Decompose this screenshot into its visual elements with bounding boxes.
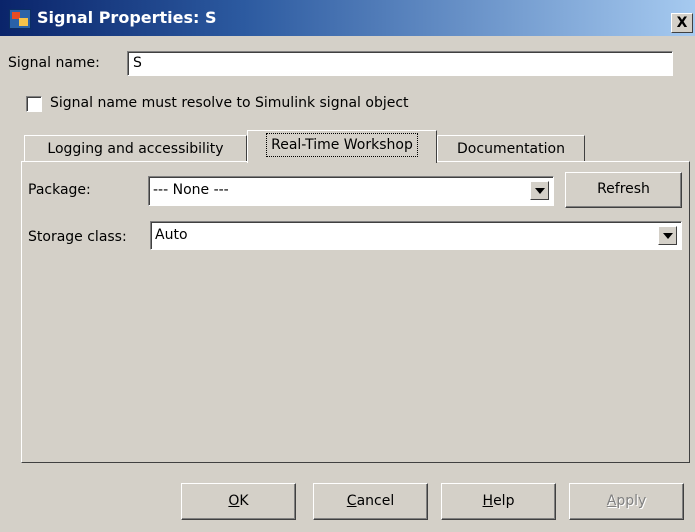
signal-properties-dialog: Signal Properties: S X Signal name: S Si… (0, 0, 695, 532)
dropdown-arrow-icon[interactable] (658, 226, 677, 245)
refresh-button[interactable]: Refresh (565, 172, 682, 208)
signal-name-label: Signal name: (8, 55, 100, 71)
storage-class-dropdown[interactable]: Auto (150, 221, 682, 250)
apply-label-rest: pply (616, 493, 647, 509)
package-dropdown[interactable]: --- None --- (148, 176, 554, 206)
apply-mnemonic: A (606, 493, 617, 509)
storage-class-label: Storage class: (28, 229, 127, 245)
help-label-rest: elp (493, 493, 515, 509)
tab-label: Documentation (457, 141, 565, 157)
tab-documentation[interactable]: Documentation (437, 135, 585, 162)
help-mnemonic: H (482, 493, 494, 509)
storage-class-selected-value: Auto (155, 227, 188, 243)
signal-name-input[interactable]: S (127, 51, 673, 76)
tab-label: Logging and accessibility (47, 141, 224, 157)
resolve-signal-checkbox[interactable] (26, 96, 42, 112)
tab-logging-and-accessibility[interactable]: Logging and accessibility (24, 135, 247, 162)
cancel-button[interactable]: Cancel (313, 483, 428, 520)
resolve-signal-checkbox-label[interactable]: Signal name must resolve to Simulink sig… (50, 95, 409, 111)
simulink-app-icon (9, 9, 31, 29)
help-button[interactable]: Help (441, 483, 556, 520)
ok-label-rest: K (239, 493, 249, 509)
title-bar[interactable]: Signal Properties: S X (0, 0, 695, 36)
tab-real-time-workshop[interactable]: Real-Time Workshop (247, 130, 437, 163)
ok-mnemonic: O (228, 493, 240, 509)
dropdown-arrow-icon[interactable] (530, 181, 549, 200)
apply-button[interactable]: Apply (569, 483, 684, 520)
dialog-title: Signal Properties: S (37, 8, 217, 27)
cancel-label-rest: ancel (356, 493, 395, 509)
package-selected-value: --- None --- (153, 182, 229, 198)
tab-label: Real-Time Workshop (266, 133, 418, 157)
ok-button[interactable]: OK (181, 483, 296, 520)
close-button[interactable]: X (671, 13, 693, 33)
cancel-mnemonic: C (346, 493, 357, 509)
package-label: Package: (28, 182, 91, 198)
